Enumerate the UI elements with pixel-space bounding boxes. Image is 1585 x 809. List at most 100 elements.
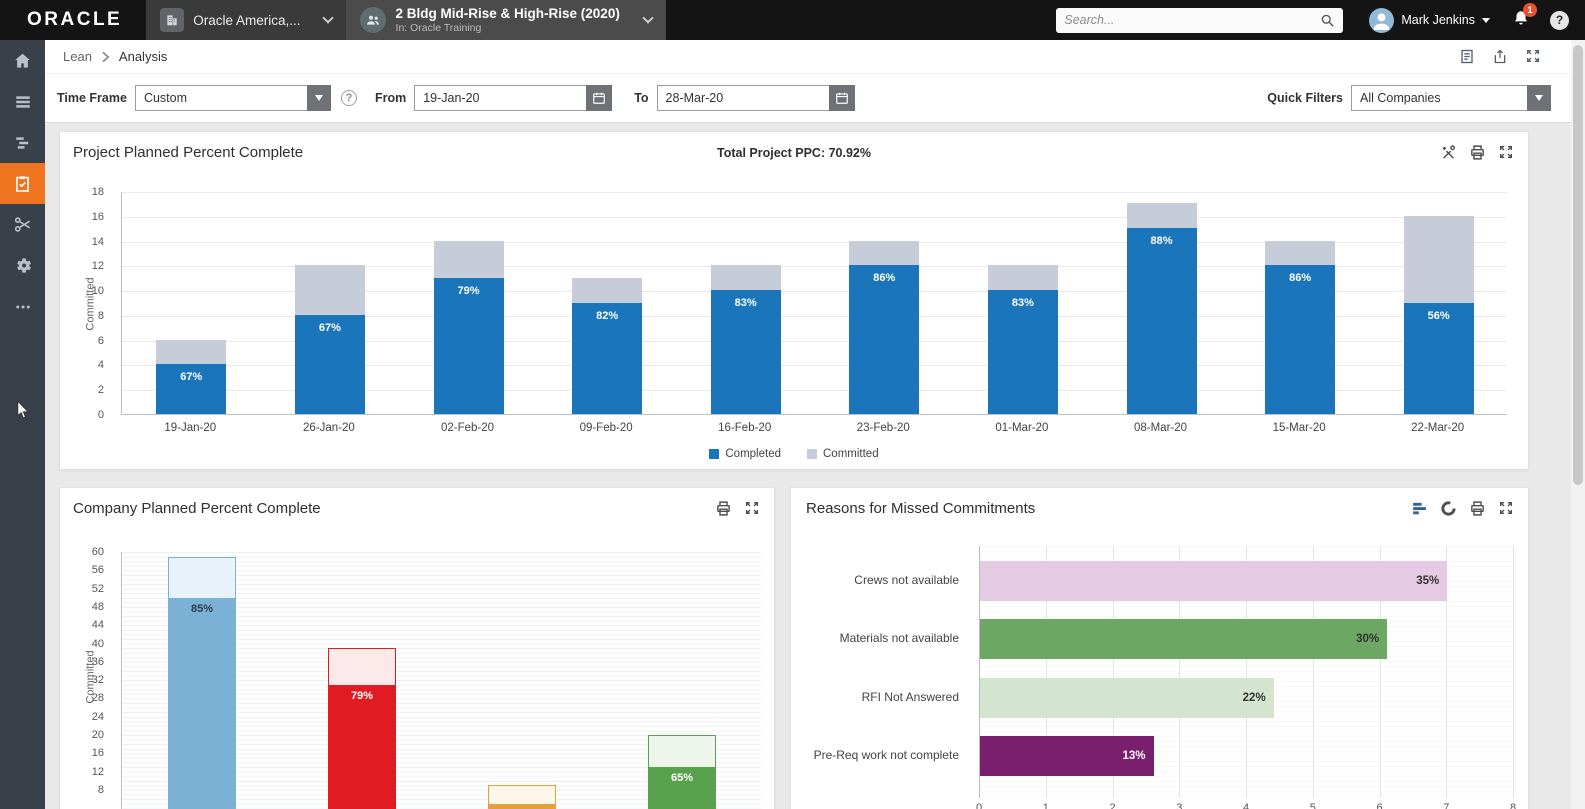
completed-bar[interactable]: 82% — [572, 303, 642, 415]
completed-bar[interactable] — [488, 804, 556, 809]
sidebar-item-more[interactable] — [0, 286, 45, 327]
donut-chart-icon — [1440, 500, 1457, 517]
bar-view-button[interactable] — [1411, 500, 1428, 517]
y-axis-tick-label: 6 — [98, 335, 104, 347]
org-selector-label: Oracle America,... — [193, 13, 300, 28]
time-frame-help-button[interactable]: ? — [341, 90, 357, 106]
x-axis: 012345678 — [979, 802, 1514, 809]
share-button[interactable] — [1492, 48, 1508, 65]
completed-bar[interactable]: 85% — [168, 598, 236, 809]
sidebar-item-planning[interactable] — [0, 122, 45, 163]
print-button[interactable] — [1469, 500, 1486, 517]
x-axis-tick-label: 6 — [1376, 802, 1382, 809]
report-icon — [1459, 48, 1475, 65]
breadcrumb-section[interactable]: Lean — [63, 49, 92, 64]
quick-filters-dropdown-button[interactable] — [1527, 85, 1551, 111]
completed-bar[interactable]: 79% — [434, 278, 504, 414]
to-date-input[interactable] — [657, 85, 829, 111]
y-axis-tick-label: 2 — [98, 384, 104, 396]
print-icon — [1469, 500, 1486, 517]
company-bar-chart: 85% 79% 65% — [121, 552, 761, 809]
reason-bar[interactable]: 22% — [980, 678, 1274, 718]
from-calendar-button[interactable] — [586, 85, 612, 111]
x-axis-tick-label: 1 — [1043, 802, 1049, 809]
project-selector-text: 2 Bldg Mid-Rise & High-Rise (2020) In: O… — [396, 6, 620, 35]
bar-percent-label: 83% — [711, 297, 781, 309]
avatar — [1369, 8, 1394, 33]
completed-bar[interactable]: 83% — [988, 290, 1058, 414]
help-button[interactable]: ? — [1550, 11, 1569, 30]
search-input[interactable] — [1064, 13, 1314, 27]
sidebar-item-settings[interactable] — [0, 245, 45, 286]
reason-bar[interactable]: 30% — [980, 619, 1387, 659]
sidebar-item-home[interactable] — [0, 40, 45, 81]
quick-filters-label: Quick Filters — [1267, 91, 1343, 105]
print-icon — [715, 500, 732, 517]
search-icon[interactable] — [1320, 13, 1335, 28]
sidebar-item-activities[interactable] — [0, 81, 45, 122]
page-actions — [1459, 48, 1567, 65]
question-icon: ? — [346, 92, 353, 104]
breadcrumb: Lean Analysis — [45, 40, 1585, 74]
fullscreen-button[interactable] — [1525, 48, 1541, 65]
sidebar-item-handoffs[interactable] — [0, 204, 45, 245]
project-title: 2 Bldg Mid-Rise & High-Rise (2020) — [396, 6, 620, 22]
x-axis-tick-label: 22-Mar-20 — [1411, 422, 1464, 434]
y-axis-tick-label: 0 — [98, 409, 104, 421]
calendar-icon — [835, 91, 849, 105]
more-icon — [14, 298, 32, 316]
x-axis-tick-label: 2 — [1109, 802, 1115, 809]
bar-percent-label: 35% — [1416, 575, 1439, 587]
x-axis-tick-label: 26-Jan-20 — [303, 422, 355, 434]
to-calendar-button[interactable] — [829, 85, 855, 111]
completed-bar[interactable]: 67% — [156, 364, 226, 414]
completed-bar[interactable]: 67% — [295, 315, 365, 414]
completed-bar[interactable]: 88% — [1127, 228, 1197, 414]
completed-bar[interactable]: 79% — [328, 685, 396, 809]
x-axis-tick-label: 0 — [976, 802, 982, 809]
project-selector[interactable]: 2 Bldg Mid-Rise & High-Rise (2020) In: O… — [346, 0, 666, 40]
bar-percent-label: 67% — [295, 322, 365, 334]
fullscreen-button[interactable] — [1498, 500, 1514, 517]
org-selector[interactable]: Oracle America,... — [146, 0, 345, 40]
y-axis-tick-label: 14 — [92, 236, 104, 248]
sidebar-item-tasks[interactable] — [0, 163, 45, 204]
project-team-icon — [360, 7, 386, 33]
bar-percent-label: 79% — [328, 690, 396, 702]
handoffs-icon — [13, 215, 32, 234]
main-content: Project Planned Percent Complete Total P… — [45, 123, 1585, 809]
pie-view-button[interactable] — [1440, 500, 1457, 517]
vertical-scrollbar[interactable] — [1571, 40, 1585, 809]
quick-filters-value: All Companies — [1351, 85, 1527, 111]
x-axis-tick-label: 7 — [1443, 802, 1449, 809]
time-frame-select[interactable]: Custom — [135, 85, 331, 111]
to-date-field — [657, 85, 855, 111]
time-frame-dropdown-button[interactable] — [307, 85, 331, 111]
quick-filters-select[interactable]: All Companies — [1351, 85, 1551, 111]
y-axis-tick-label: 18 — [92, 186, 104, 198]
from-date-input[interactable] — [414, 85, 586, 111]
total-ppc-label: Total Project PPC: — [717, 146, 825, 160]
reason-bar[interactable]: 13% — [980, 736, 1154, 776]
fullscreen-button[interactable] — [744, 500, 760, 517]
chevron-right-icon — [101, 51, 110, 63]
completed-bar[interactable]: 65% — [648, 767, 716, 809]
completed-bar[interactable]: 86% — [1265, 265, 1335, 414]
reason-bar[interactable]: 35% — [980, 561, 1447, 601]
fullscreen-button[interactable] — [1498, 144, 1514, 161]
home-icon — [13, 51, 32, 70]
print-button[interactable] — [715, 500, 732, 517]
scrollbar-thumb[interactable] — [1573, 45, 1583, 485]
user-menu[interactable]: Mark Jenkins — [1369, 8, 1490, 33]
completed-bar[interactable]: 86% — [849, 265, 919, 414]
global-search — [1056, 8, 1343, 33]
card-actions — [1411, 500, 1514, 517]
print-button[interactable] — [1469, 144, 1486, 161]
bar-percent-label: 22% — [1243, 692, 1266, 704]
chart-settings-button[interactable] — [1440, 144, 1457, 161]
bar-percent-label: 30% — [1356, 633, 1379, 645]
completed-bar[interactable]: 56% — [1404, 303, 1474, 415]
completed-bar[interactable]: 83% — [711, 290, 781, 414]
report-button[interactable] — [1459, 48, 1475, 65]
notifications-button[interactable]: 1 — [1512, 9, 1530, 32]
